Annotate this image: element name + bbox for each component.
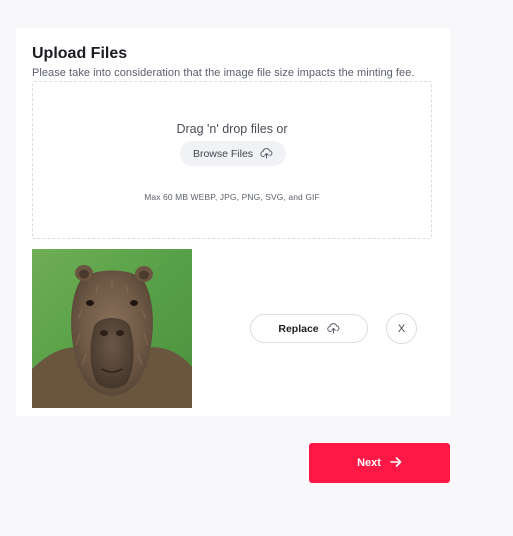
cloud-upload-icon	[326, 323, 340, 334]
file-limits-text: Max 60 MB WEBP, JPG, PNG, SVG, and GIF	[144, 192, 320, 202]
uploaded-image-preview	[32, 249, 192, 408]
browse-files-button[interactable]: Browse Files	[180, 141, 286, 166]
remove-file-button[interactable]: X	[386, 313, 417, 344]
replace-label: Replace	[278, 322, 319, 335]
arrow-right-icon	[390, 456, 402, 470]
drag-drop-text: Drag 'n' drop files or	[176, 122, 288, 136]
capybara-image	[32, 249, 192, 408]
upload-subtitle: Please take into consideration that the …	[32, 67, 415, 79]
browse-files-label: Browse Files	[192, 147, 254, 160]
cloud-upload-icon	[260, 148, 273, 159]
next-button[interactable]: Next	[309, 443, 450, 483]
next-label: Next	[357, 457, 381, 469]
replace-button[interactable]: Replace	[250, 314, 368, 343]
page-title: Upload Files	[32, 45, 128, 62]
file-dropzone[interactable]: Drag 'n' drop files or Browse Files Max …	[32, 81, 432, 239]
upload-card: Upload Files Please take into considerat…	[16, 28, 450, 416]
